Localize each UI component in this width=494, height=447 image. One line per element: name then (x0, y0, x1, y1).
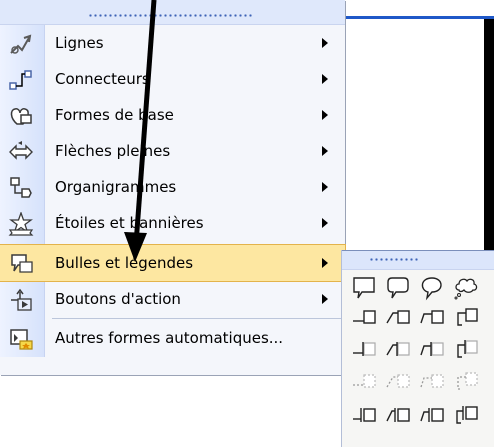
callouts-icon (8, 252, 34, 276)
line-callout-3-noborder-icon[interactable] (418, 369, 446, 395)
menu-item-fleches-pleines[interactable]: Flèches pleines (0, 133, 345, 169)
menu-item-boutons-daction[interactable]: Boutons d'action (0, 281, 345, 317)
grip-dots (88, 14, 253, 17)
stars-banners-icon (8, 211, 34, 236)
line-callout-3-border-accent-icon[interactable] (418, 403, 446, 429)
rectangular-callout-icon[interactable] (350, 275, 378, 301)
window-right-border (484, 19, 494, 252)
menu-item-label: Organigrammes (55, 178, 177, 196)
menu-item-organigrammes[interactable]: Organigrammes (0, 169, 345, 205)
line-callout-4-noborder-icon[interactable] (452, 369, 480, 395)
line-callout-2-border-accent-icon[interactable] (384, 403, 412, 429)
action-buttons-icon (8, 288, 34, 312)
line-callout-4-icon[interactable] (452, 305, 480, 331)
menu-item-etoiles-et-bannieres[interactable]: Étoiles et bannières (0, 205, 345, 241)
grip-dots (369, 258, 419, 261)
lines-icon (8, 32, 34, 56)
line-callout-2-accent-icon[interactable] (384, 337, 412, 363)
line-callout-3-accent-icon[interactable] (418, 337, 446, 363)
submenu-arrow-icon (322, 182, 328, 192)
submenu-drag-handle[interactable] (342, 251, 494, 270)
submenu-arrow-icon (322, 38, 328, 48)
autoshapes-menu: Lignes Connecteurs Formes de base Flèche… (0, 0, 346, 375)
submenu-arrow-icon (322, 218, 328, 228)
menu-item-label: Bulles et légendes (55, 254, 194, 272)
menu-separator (52, 318, 342, 319)
more-autoshapes-icon (8, 327, 34, 351)
line-callout-1-border-accent-icon[interactable] (350, 403, 378, 429)
line-callout-1-noborder-icon[interactable] (350, 369, 378, 395)
block-arrows-icon (8, 140, 34, 164)
rounded-callout-icon[interactable] (384, 275, 412, 301)
menu-item-bulles-et-legendes[interactable]: Bulles et légendes (0, 244, 346, 282)
line-callout-2-icon[interactable] (384, 305, 412, 331)
menu-item-autres-formes-automatiques[interactable]: Autres formes automatiques... (0, 320, 345, 356)
menu-item-label: Étoiles et bannières (55, 214, 204, 232)
menu-item-connecteurs[interactable]: Connecteurs (0, 61, 345, 97)
submenu-arrow-icon (322, 74, 328, 84)
menu-item-label: Boutons d'action (55, 290, 181, 308)
line-callout-2-noborder-icon[interactable] (384, 369, 412, 395)
window-title-bar-edge (344, 16, 494, 19)
menu-item-label: Connecteurs (55, 70, 150, 88)
menu-item-label: Flèches pleines (55, 142, 171, 160)
line-callout-4-accent-icon[interactable] (452, 337, 480, 363)
menu-item-lignes[interactable]: Lignes (0, 25, 345, 61)
line-callout-4-border-accent-icon[interactable] (452, 403, 480, 429)
menu-item-label: Lignes (55, 34, 104, 52)
menu-item-label: Formes de base (55, 106, 174, 124)
oval-callout-icon[interactable] (418, 275, 446, 301)
line-callout-3-icon[interactable] (418, 305, 446, 331)
submenu-arrow-icon (322, 294, 328, 304)
submenu-arrow-icon (322, 258, 328, 268)
submenu-arrow-icon (322, 110, 328, 120)
submenu-arrow-icon (322, 146, 328, 156)
cloud-callout-icon[interactable] (452, 275, 480, 301)
line-callout-1-icon[interactable] (350, 305, 378, 331)
menu-item-label: Autres formes automatiques... (55, 329, 284, 347)
menu-item-formes-de-base[interactable]: Formes de base (0, 97, 345, 133)
basic-shapes-icon (8, 104, 34, 128)
menu-drag-handle[interactable] (0, 0, 345, 25)
connectors-icon (8, 68, 34, 92)
callouts-submenu (342, 250, 494, 447)
line-callout-1-accent-icon[interactable] (350, 337, 378, 363)
flowchart-icon (8, 176, 34, 200)
